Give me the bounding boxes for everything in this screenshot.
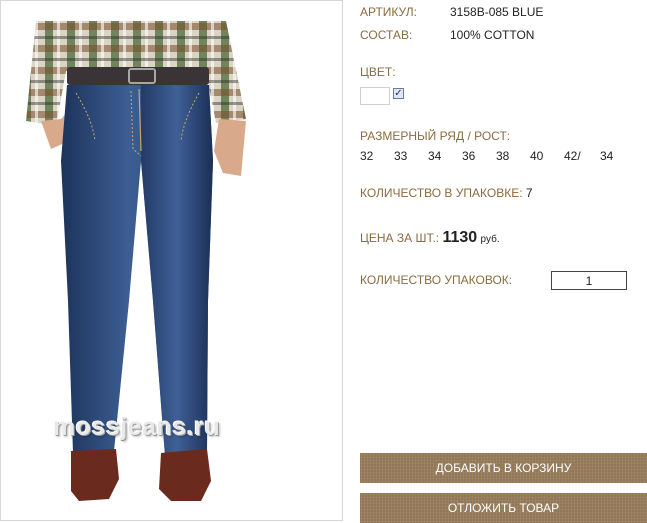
pack-qty-label: КОЛИЧЕСТВО В УПАКОВКЕ:: [360, 186, 523, 200]
price-row: ЦЕНА ЗА ШТ.: 1130 руб.: [360, 229, 500, 247]
pack-qty-value: 7: [525, 186, 533, 200]
postpone-button[interactable]: ОТЛОЖИТЬ ТОВАР: [360, 493, 647, 523]
packs-quantity-input[interactable]: [551, 271, 627, 290]
jeans-photo: [26, 21, 246, 501]
watermark: mossjeans.ru: [53, 413, 221, 441]
size-item: 40: [530, 149, 544, 163]
size-item: 32: [360, 149, 374, 163]
size-item: 34: [428, 149, 442, 163]
article-label: АРТИКУЛ:: [360, 5, 417, 19]
add-to-cart-button[interactable]: ДОБАВИТЬ В КОРЗИНУ: [360, 453, 647, 483]
size-item: 36: [462, 149, 476, 163]
packs-label: КОЛИЧЕСТВО УПАКОВОК:: [360, 273, 513, 287]
size-item: 38: [496, 149, 510, 163]
size-item: 42/: [564, 149, 581, 163]
size-item: 34: [600, 149, 614, 163]
price-value: 1130: [442, 229, 478, 246]
product-photo: mossjeans.ru: [0, 0, 343, 521]
composition-label: СОСТАВ:: [360, 28, 413, 42]
composition-value: 100% COTTON: [450, 28, 535, 42]
sizes-list: 32 33 34 36 38 40 42/ 34: [360, 149, 630, 163]
size-item: 33: [394, 149, 408, 163]
article-row: АРТИКУЛ: 3158B-085 BLUE: [360, 5, 543, 19]
pack-qty-row: КОЛИЧЕСТВО В УПАКОВКЕ: 7: [360, 186, 533, 200]
composition-row: СОСТАВ: 100% COTTON: [360, 28, 534, 42]
sizes-label: РАЗМЕРНЫЙ РЯД / РОСТ:: [360, 129, 511, 143]
color-label: ЦВЕТ:: [360, 65, 396, 79]
price-label: ЦЕНА ЗА ШТ.:: [360, 231, 440, 245]
price-unit: руб.: [480, 234, 500, 245]
article-value: 3158B-085 BLUE: [450, 5, 544, 19]
color-swatch[interactable]: [360, 87, 390, 105]
color-checkbox[interactable]: ✓: [393, 88, 404, 99]
